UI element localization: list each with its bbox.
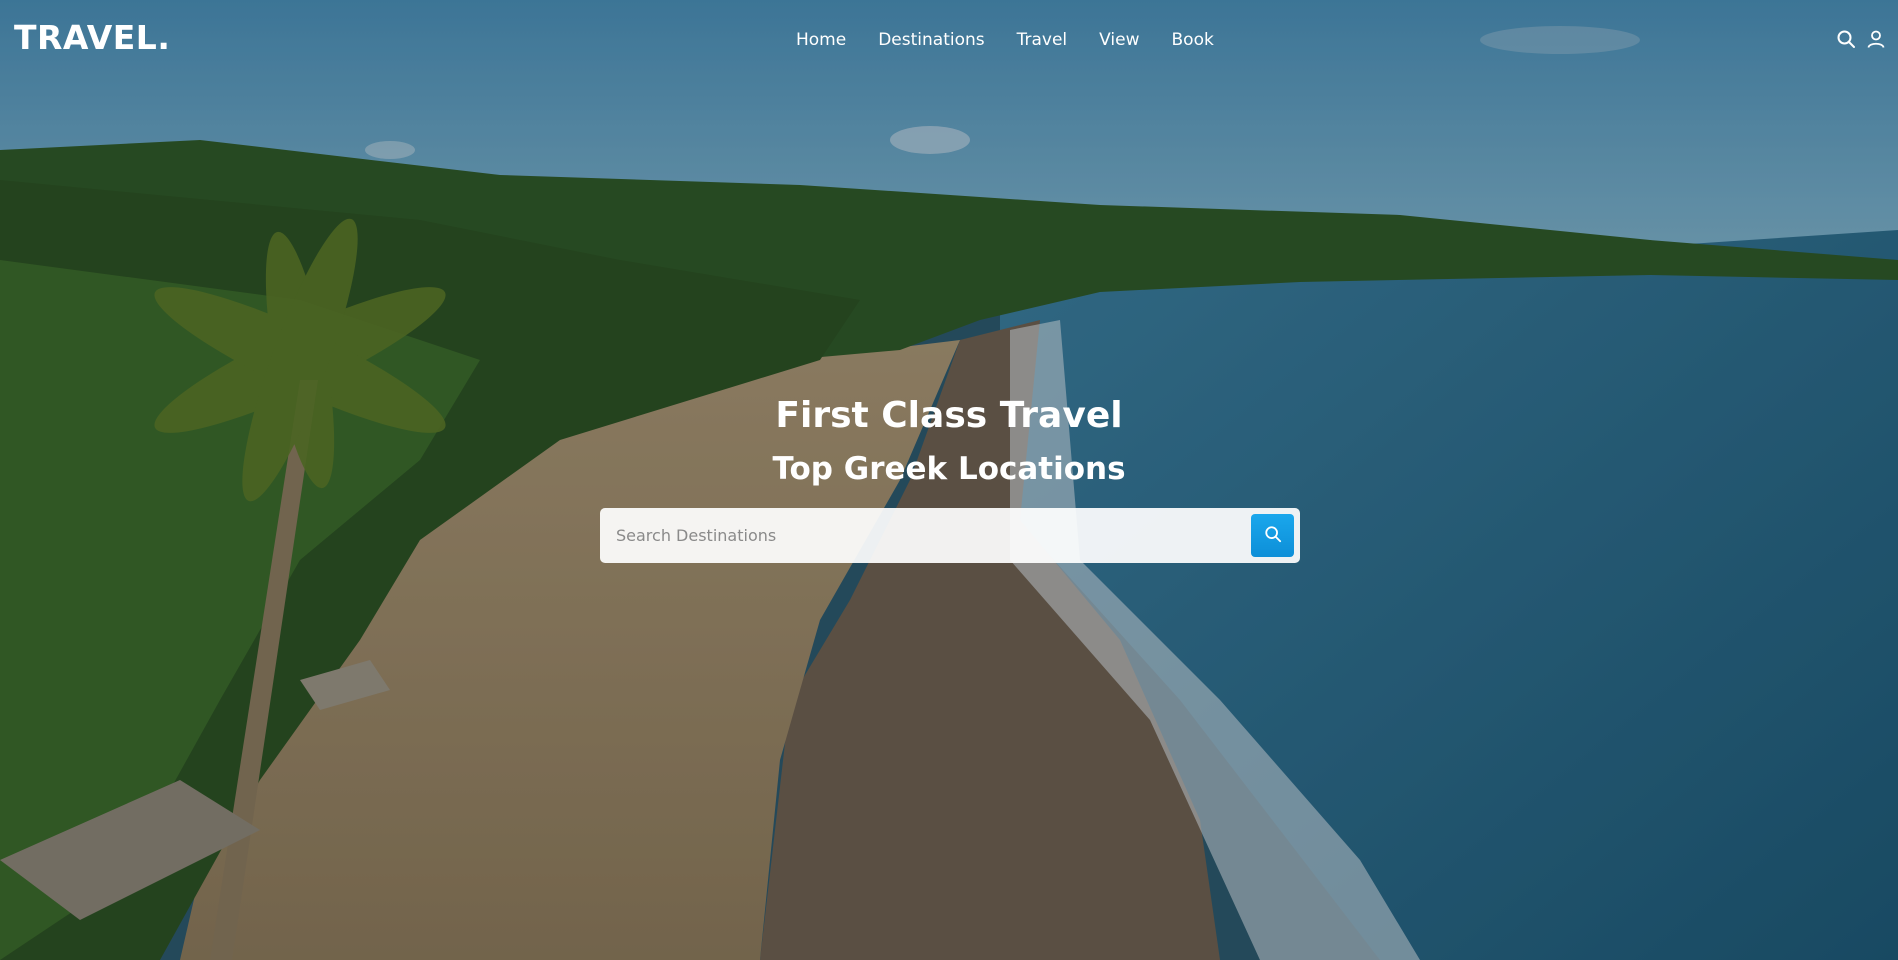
hero-subtitle: Top Greek Locations (772, 451, 1126, 487)
search-icon (1264, 525, 1282, 546)
top-navigation: TRAVEL. Home Destinations Travel View Bo… (0, 0, 1898, 80)
nav-item-destinations[interactable]: Destinations (862, 28, 1000, 52)
search-bar (600, 508, 1300, 563)
nav-item-view[interactable]: View (1083, 28, 1155, 52)
nav-item-travel[interactable]: Travel (1001, 28, 1084, 52)
nav-item-book[interactable]: Book (1156, 28, 1230, 52)
site-logo[interactable]: TRAVEL. (14, 18, 170, 57)
nav-item-home[interactable]: Home (780, 28, 862, 52)
main-menu: Home Destinations Travel View Book (780, 28, 1230, 52)
nav-actions (1836, 29, 1886, 49)
search-icon[interactable] (1836, 29, 1856, 49)
search-input[interactable] (616, 516, 1226, 555)
hero-title: First Class Travel (775, 395, 1123, 436)
user-icon[interactable] (1866, 29, 1886, 49)
search-button[interactable] (1251, 514, 1294, 557)
